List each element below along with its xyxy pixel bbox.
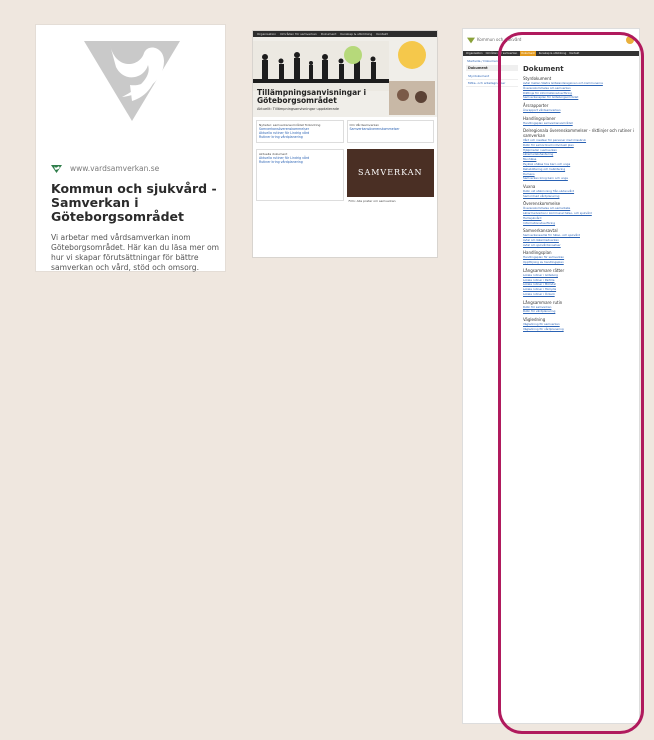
homepage-thumbnail[interactable]: Organisation Områden för samverkan Dokum…	[252, 30, 438, 258]
thumbnail-hero: Tillämpningsanvisningar i Göteborgsområd…	[253, 37, 437, 117]
brand-logo-icon	[467, 37, 475, 43]
card-title[interactable]: Kommun och sjukvård - Samverkan i Götebo…	[51, 182, 221, 224]
site-url[interactable]: www.vardsamverkan.se	[51, 164, 159, 173]
silhouettes-illustration	[253, 41, 389, 91]
thumbnail-hero-subtitle: Aktuellt: Tillämpningsanvisningar uppdat…	[257, 107, 340, 111]
thumbnail-hero-title: Tillämpningsanvisningar i Göteborgsområd…	[257, 88, 367, 105]
site-favicon-icon	[51, 164, 62, 173]
card-description: Vi arbetar med vårdsamverkan inom Götebo…	[51, 233, 220, 272]
highlight-annotation	[498, 32, 644, 734]
thumbnail-docs-box: Aktuella dokument Aktuella rutiner för L…	[256, 148, 344, 201]
search-result-card[interactable]: www.vardsamverkan.se Kommun och sjukvård…	[35, 24, 226, 272]
thumbnail-video[interactable]: SAMVERKAN Film: Alla pratar om samverkan	[346, 148, 434, 205]
thumbnail-info-box: Om Vårdsamverkan Samverkansöverenskommel…	[346, 120, 434, 143]
side-illustrations	[389, 41, 435, 115]
nav-organisation[interactable]: Organisation	[466, 51, 483, 56]
vardsamverkan-logo	[84, 41, 180, 121]
thumbnail-news-box: Nyheter: samverkansområdet förändring Sa…	[256, 120, 344, 143]
